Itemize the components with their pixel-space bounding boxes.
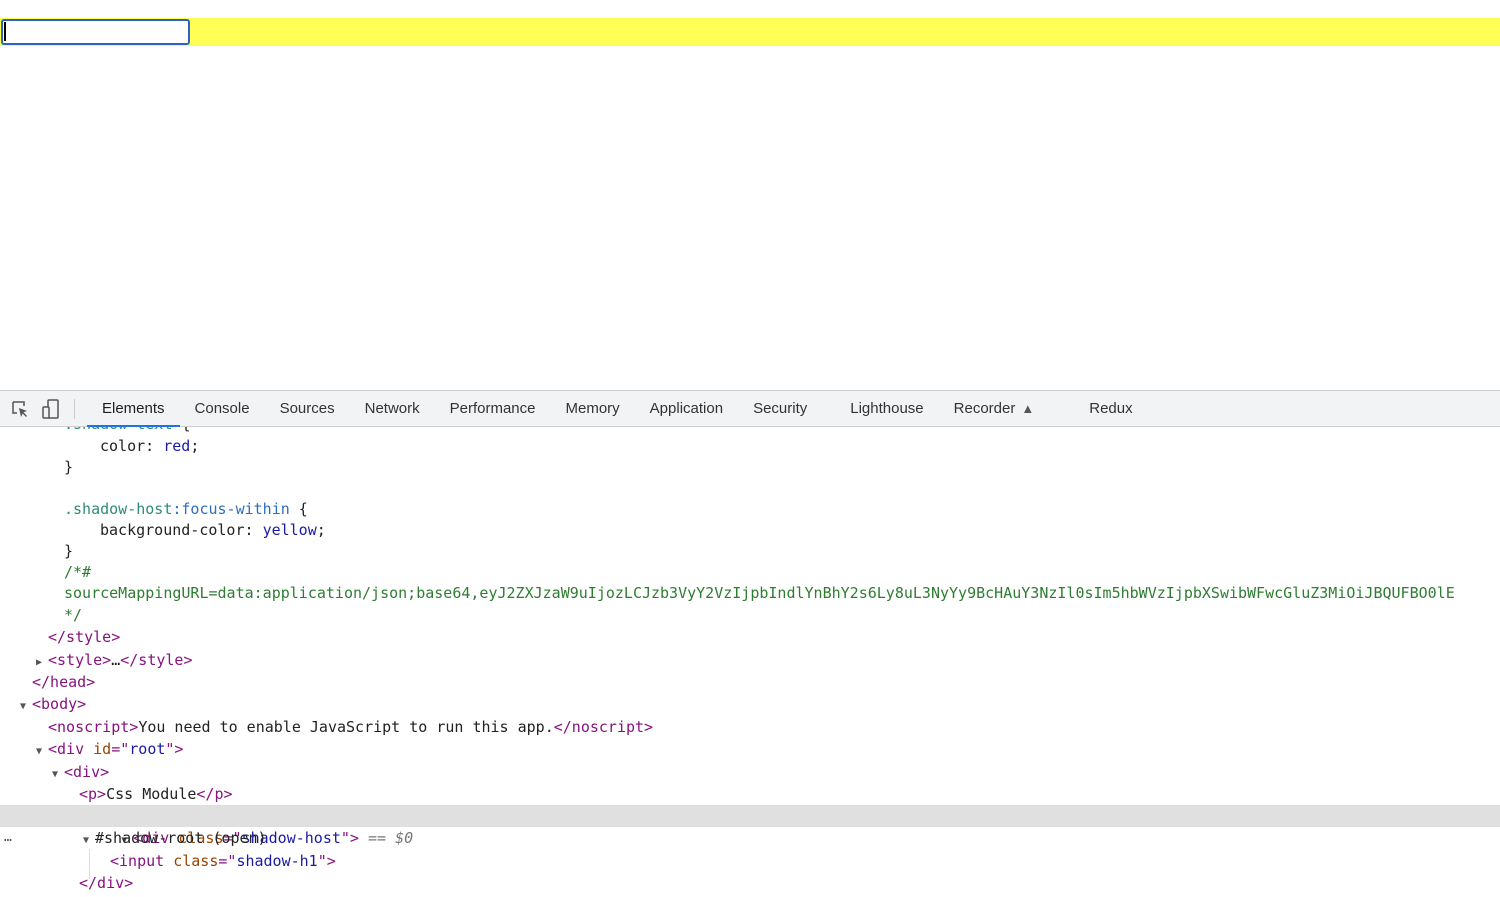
css-rule-selector: .shadow-text { [64, 427, 1500, 435]
elements-tree: .shadow-text { color: red; } .shadow-hos… [0, 427, 1500, 897]
tab-elements[interactable]: Elements [87, 391, 180, 427]
value: red [163, 437, 191, 455]
tab-recorder[interactable]: Recorder ▲ [939, 391, 1075, 426]
tab-label: Network [364, 400, 420, 417]
comment-open: /*# [64, 563, 92, 581]
shadow-host [0, 18, 1500, 46]
css-declaration: background-color: yellow; [100, 519, 1500, 541]
tab-label: Elements [102, 400, 165, 417]
tag-open: <input [110, 852, 174, 870]
css-declaration: color: red; [100, 435, 1500, 457]
tab-application[interactable]: Application [635, 391, 738, 426]
attr-name: class [173, 852, 219, 870]
collapse-triangle-icon[interactable]: ▼ [36, 741, 48, 763]
attr-value: root [129, 740, 166, 758]
tab-sources[interactable]: Sources [265, 391, 350, 426]
tag-open: <noscript> [48, 718, 139, 736]
more-options-icon[interactable]: … [4, 827, 12, 849]
pseudo-class: :focus-within [172, 500, 290, 518]
tab-label: Redux [1089, 400, 1133, 417]
css-rule-selector: .shadow-host:focus-within { [64, 498, 1500, 520]
tag-end: "> [317, 852, 336, 870]
tab-label: Memory [565, 400, 620, 417]
shadow-input[interactable] [1, 19, 190, 45]
attr-eq: =" [218, 852, 237, 870]
tag-close: </noscript> [553, 718, 654, 736]
close-brace: } [64, 458, 74, 476]
page-viewport [0, 0, 1500, 390]
selector-text: .shadow-host [64, 500, 173, 518]
tab-memory[interactable]: Memory [551, 391, 635, 426]
tab-network[interactable]: Network [350, 391, 435, 426]
ellipsis: … [111, 651, 121, 669]
tab-security[interactable]: Security [738, 391, 835, 426]
semicolon: ; [316, 521, 326, 539]
node-text: Css Module [106, 785, 197, 803]
root-div-node[interactable]: ▼ <div id="root"> [36, 738, 1500, 760]
attr-eq: =" [111, 740, 130, 758]
devtools-panel: Elements Console Sources Network Perform… [0, 390, 1500, 897]
div-close-tag[interactable]: </div> [79, 872, 1500, 894]
text-caret [4, 22, 6, 41]
comment-close: */ [64, 606, 83, 624]
toolbar-divider [74, 398, 75, 419]
collapse-triangle-icon[interactable]: ▼ [52, 764, 64, 786]
selected-shadow-host-node[interactable]: … ▼ <div class="shadow-host"> == $0 [0, 805, 1500, 847]
inspect-element-icon[interactable] [9, 398, 31, 420]
tag-open: <div [48, 740, 94, 758]
property: background-color: [100, 521, 263, 539]
tab-label: Lighthouse [850, 400, 924, 417]
value: yellow [262, 521, 317, 539]
p-node[interactable]: <p>Css Module</p> [79, 783, 1500, 805]
node-text: #shadow-root (open) [95, 829, 267, 847]
tag-open: <style> [48, 651, 112, 669]
property: color: [100, 437, 164, 455]
body-node[interactable]: ▼ <body> [20, 693, 1500, 715]
tab-redux[interactable]: Redux [1074, 391, 1147, 426]
tab-console[interactable]: Console [180, 391, 265, 426]
head-close-tag[interactable]: </head> [32, 671, 1500, 693]
tag-open: <body> [32, 695, 87, 713]
tab-label: Sources [279, 400, 335, 417]
source-mapping-url[interactable]: sourceMappingURL=data:application/json;b… [64, 582, 1500, 604]
node-text: You need to enable JavaScript to run thi… [138, 718, 554, 736]
tab-lighthouse[interactable]: Lighthouse [835, 391, 938, 426]
input-node[interactable]: <input class="shadow-h1"> [110, 850, 1500, 872]
tab-label: Performance [449, 400, 536, 417]
selector-text: .shadow-text [64, 427, 172, 433]
brace: { [172, 427, 190, 433]
collapse-triangle-icon[interactable]: ▼ [20, 696, 32, 718]
tab-label: Security [753, 400, 808, 417]
flask-icon: ▲ [1021, 401, 1035, 416]
tag-close: </style> [120, 651, 193, 669]
attr-value: shadow-h1 [236, 852, 318, 870]
attr-name: id [93, 740, 112, 758]
tab-label: Console [194, 400, 250, 417]
tab-label: Application [649, 400, 724, 417]
collapsed-style-node[interactable]: ▶ <style>…</style> [36, 649, 1500, 671]
brace: { [289, 500, 308, 518]
semicolon: ; [190, 437, 200, 455]
tag-end: "> [165, 740, 184, 758]
devtools-toolbar: Elements Console Sources Network Perform… [0, 391, 1500, 427]
tag-close: </p> [196, 785, 233, 803]
tag-open: <div> [64, 763, 110, 781]
noscript-node[interactable]: <noscript>You need to enable JavaScript … [48, 716, 1500, 738]
tab-label: Recorder [953, 400, 1016, 417]
tab-performance[interactable]: Performance [435, 391, 551, 426]
close-brace: } [64, 542, 74, 560]
tag-open: <p> [79, 785, 107, 803]
device-toolbar-icon[interactable] [40, 398, 62, 420]
style-close-tag[interactable]: </style> [48, 626, 1500, 648]
div-node[interactable]: ▼ <div> [52, 761, 1500, 783]
shadow-root-node[interactable]: ▼ #shadow-root (open) [83, 827, 1500, 849]
indent-guide [89, 849, 90, 879]
